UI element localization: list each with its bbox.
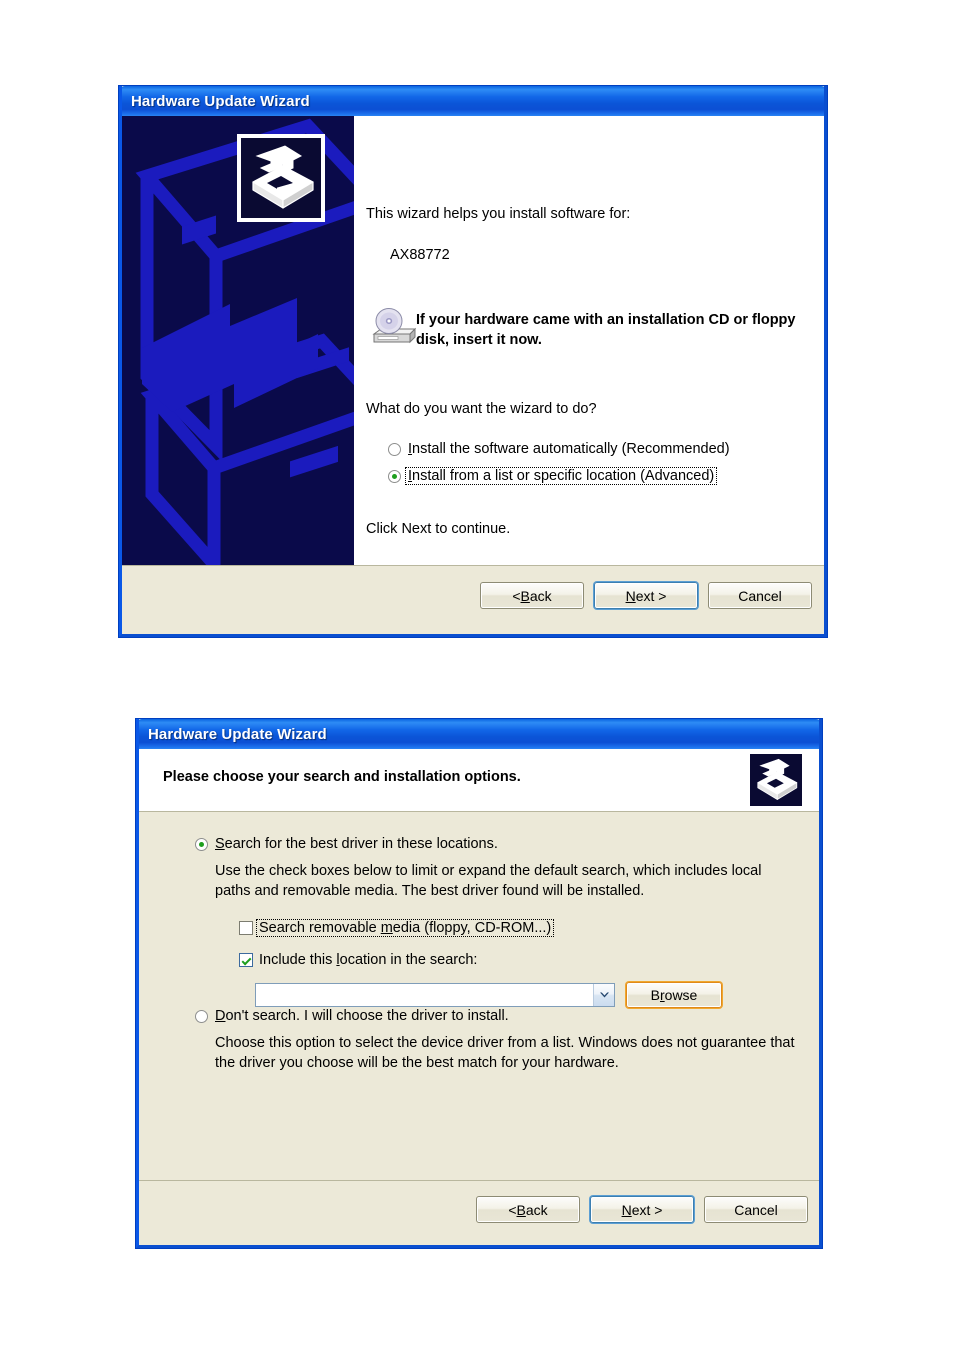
cancel-button[interactable]: Cancel: [704, 1196, 808, 1223]
wizard-hardware-icon-large: [237, 134, 325, 222]
next-button[interactable]: Next >: [590, 1196, 694, 1223]
radio-install-automatically[interactable]: Install the software automatically (Reco…: [388, 441, 730, 457]
radio-indicator: [195, 1009, 208, 1023]
options-button-bar: < Back Next > Cancel: [139, 1180, 819, 1245]
location-combobox[interactable]: [255, 983, 615, 1007]
radio-search-best-driver[interactable]: Search for the best driver in these loca…: [195, 836, 498, 852]
nosearch-description: Choose this option to select the device …: [215, 1035, 795, 1071]
back-button[interactable]: < Back: [480, 582, 584, 609]
click-next-note: Click Next to continue.: [366, 521, 511, 537]
checkbox-label: Search removable media (floppy, CD-ROM..…: [256, 919, 555, 937]
radio-install-from-list[interactable]: Install from a list or specific location…: [388, 467, 718, 485]
welcome-content: This wizard helps you install software f…: [354, 116, 824, 565]
cdrom-drive-icon: [370, 308, 417, 350]
installation-cd-notice: If your hardware came with an installati…: [416, 312, 796, 348]
location-input[interactable]: [256, 984, 593, 1006]
checkbox-indicator: [239, 953, 253, 967]
checkbox-label: Include this location in the search:: [259, 952, 478, 968]
dialog-body: Please choose your search and installati…: [139, 749, 819, 1245]
radio-dont-search[interactable]: Don't search. I will choose the driver t…: [195, 1008, 509, 1024]
search-description: Use the check boxes below to limit or ex…: [215, 863, 762, 899]
browse-button[interactable]: Br owse: [626, 982, 722, 1008]
radio-label: Install the software automatically (Reco…: [408, 441, 730, 457]
welcome-button-bar: < Back Next > Cancel: [122, 565, 824, 634]
hardware-box-icon: [241, 138, 321, 218]
wizard-intro-text: This wizard helps you install software f…: [366, 206, 631, 222]
radio-label: Search for the best driver in these loca…: [215, 836, 498, 852]
hardware-update-wizard-options-dialog: Hardware Update Wizard Please choose you…: [135, 718, 823, 1249]
hardware-update-wizard-welcome-dialog: Hardware Update Wizard This wizard helps…: [118, 85, 828, 638]
options-header: Please choose your search and installati…: [139, 749, 819, 812]
page-title: Please choose your search and installati…: [163, 769, 521, 785]
radio-indicator: [388, 469, 401, 483]
wizard-hardware-icon-small: [749, 753, 803, 807]
options-main: Search for the best driver in these loca…: [139, 812, 819, 1180]
cancel-button[interactable]: Cancel: [708, 582, 812, 609]
device-name: AX88772: [390, 247, 450, 263]
welcome-main: This wizard helps you install software f…: [122, 116, 824, 565]
wizard-watermark-panel: [122, 116, 354, 565]
radio-indicator: [195, 837, 208, 851]
chevron-down-icon[interactable]: [593, 984, 614, 1006]
location-row: Br owse: [255, 982, 722, 1008]
wizard-question: What do you want the wizard to do?: [366, 401, 597, 417]
checkbox-search-removable-media[interactable]: Search removable media (floppy, CD-ROM..…: [239, 919, 555, 937]
dialog-body: This wizard helps you install software f…: [122, 116, 824, 634]
radio-label: Don't search. I will choose the driver t…: [215, 1008, 509, 1024]
radio-label: Install from a list or specific location…: [405, 467, 718, 485]
checkbox-indicator: [239, 921, 253, 935]
next-button[interactable]: Next >: [594, 582, 698, 609]
back-button[interactable]: < Back: [476, 1196, 580, 1223]
checkbox-include-location[interactable]: Include this location in the search:: [239, 952, 477, 968]
hardware-box-icon: [750, 754, 802, 806]
radio-indicator: [388, 442, 401, 456]
